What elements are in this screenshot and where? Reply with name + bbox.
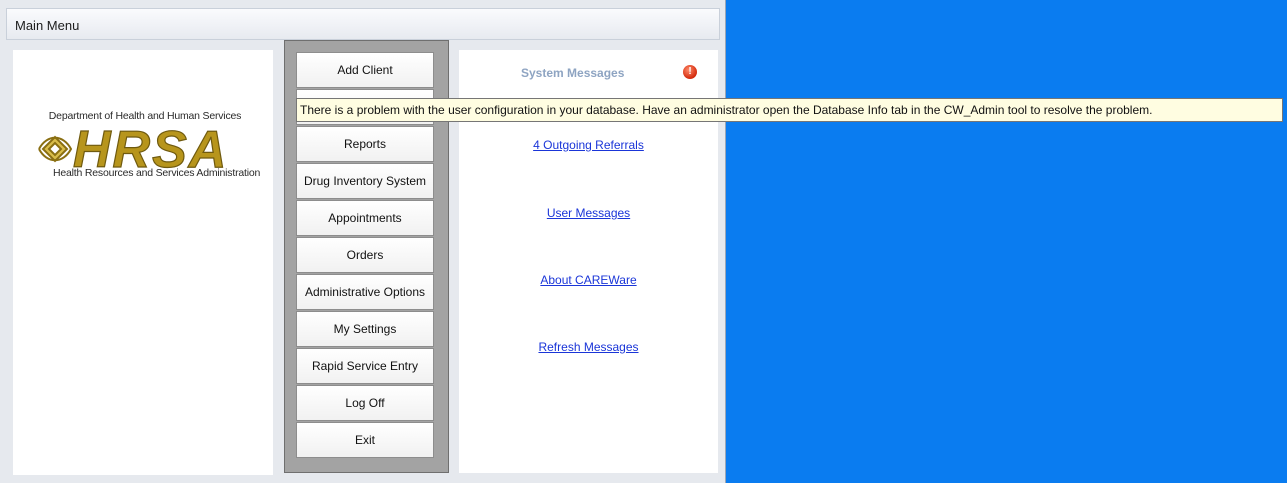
- log-off-button[interactable]: Log Off: [296, 385, 434, 421]
- rapid-service-entry-button[interactable]: Rapid Service Entry: [296, 348, 434, 384]
- outgoing-referrals-link[interactable]: 4 Outgoing Referrals: [459, 138, 718, 152]
- add-client-button[interactable]: Add Client: [296, 52, 434, 88]
- window-titlebar[interactable]: Main Menu: [6, 8, 720, 40]
- logo-panel: Department of Health and Human Services …: [13, 50, 273, 475]
- system-messages-title: System Messages: [521, 66, 625, 80]
- appointments-button[interactable]: Appointments: [296, 200, 434, 236]
- refresh-messages-link[interactable]: Refresh Messages: [459, 340, 718, 354]
- about-careware-link[interactable]: About CAREWare: [459, 273, 718, 287]
- main-menu-window: Main Menu Department of Health and Human…: [0, 0, 726, 483]
- drug-inventory-system-button[interactable]: Drug Inventory System: [296, 163, 434, 199]
- administrative-options-button[interactable]: Administrative Options: [296, 274, 434, 310]
- reports-button[interactable]: Reports: [296, 126, 434, 162]
- user-messages-link[interactable]: User Messages: [459, 206, 718, 220]
- logo-agency-text: Health Resources and Services Administra…: [53, 167, 261, 179]
- my-settings-button[interactable]: My Settings: [296, 311, 434, 347]
- window-title: Main Menu: [15, 18, 80, 33]
- exit-button[interactable]: Exit: [296, 422, 434, 458]
- orders-button[interactable]: Orders: [296, 237, 434, 273]
- alert-icon[interactable]: !: [683, 65, 697, 79]
- configuration-error-tooltip: There is a problem with the user configu…: [296, 98, 1283, 122]
